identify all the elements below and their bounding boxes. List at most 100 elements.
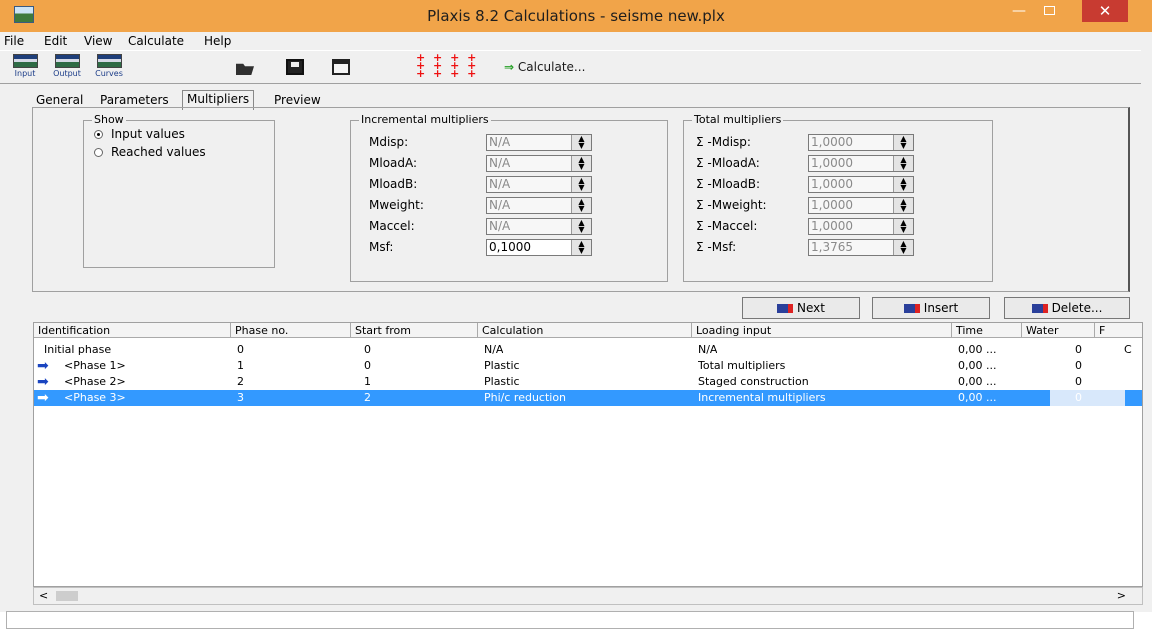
mweight-row: Mweight: N/A ▲ ▼ [369,197,649,214]
spin-arrows-icon[interactable]: ▲ ▼ [893,219,913,234]
cell-loading-input: Staged construction [698,375,809,388]
maximize-button[interactable] [1034,0,1064,22]
spin-arrows-icon[interactable]: ▲ ▼ [571,135,591,150]
column-header-calculation[interactable]: Calculation [478,323,692,338]
next-button[interactable]: Next [742,297,860,319]
menu-view[interactable]: View [84,34,112,48]
delete-label: Delete... [1051,301,1103,315]
curves-label: Curves [95,69,123,78]
spin-arrows-icon[interactable]: ▲ ▼ [893,198,913,213]
mloada-field[interactable]: N/A ▲ ▼ [486,155,592,172]
spin-arrows-icon[interactable]: ▲ ▼ [571,156,591,171]
spin-arrows-icon[interactable]: ▲ ▼ [571,240,591,255]
insert-phase-icon [903,304,920,313]
delete-button[interactable]: Delete... [1004,297,1130,319]
table-row[interactable]: ➡ <Phase 1> 1 0 Plastic Total multiplier… [34,358,1142,374]
column-header-phase-no[interactable]: Phase no. [231,323,351,338]
menu-help[interactable]: Help [204,34,231,48]
total-mweight-row: Σ -Mweight: 1,0000 ▲ ▼ [696,197,986,214]
total-mloada-field[interactable]: 1,0000 ▲ ▼ [808,155,914,172]
radio-button[interactable] [94,130,103,139]
scroll-left-icon[interactable]: < [39,589,48,602]
next-phase-icon [777,304,794,313]
cell-time: 0,00 ... [958,375,997,388]
maccel-row: Maccel: N/A ▲ ▼ [369,218,649,235]
table-row[interactable]: Initial phase 0 0 N/A N/A 0,00 ... 0 C [34,342,1142,358]
cell-extra: C [1124,343,1132,356]
cell-water-bg [1050,390,1125,406]
radio-input-values[interactable]: Input values [94,127,185,141]
table-row[interactable]: ➡ <Phase 2> 2 1 Plastic Staged construct… [34,374,1142,390]
cell-start-from: 0 [364,359,371,372]
multipliers-panel: Show Input values Reached values Increme… [32,107,1130,292]
tab-parameters[interactable]: Parameters [96,92,173,108]
mloada-row: MloadA: N/A ▲ ▼ [369,155,649,172]
curves-program-icon [96,54,122,68]
scroll-thumb[interactable] [56,591,78,601]
spin-arrows-icon[interactable]: ▲ ▼ [893,240,913,255]
field-value: 1,0000 [811,198,853,212]
select-points-icon[interactable]: + + + + + + + + + + + + [416,52,476,80]
field-value: 1,0000 [811,135,853,149]
total-mweight-field[interactable]: 1,0000 ▲ ▼ [808,197,914,214]
total-mdisp-field[interactable]: 1,0000 ▲ ▼ [808,134,914,151]
incremental-group-title: Incremental multipliers [359,113,491,126]
mweight-field[interactable]: N/A ▲ ▼ [486,197,592,214]
output-program-icon [54,54,80,68]
curves-button[interactable]: Curves [90,54,128,82]
table-row-selected[interactable]: ➡ <Phase 3> 3 2 Phi/c reduction Incremen… [34,390,1142,406]
total-msf-field[interactable]: 1,3765 ▲ ▼ [808,239,914,256]
cell-time: 0,00 ... [958,343,997,356]
total-maccel-field[interactable]: 1,0000 ▲ ▼ [808,218,914,235]
cell-water: 0 [1075,375,1082,388]
total-group-title: Total multipliers [692,113,784,126]
menu-bar: File Edit View Calculate Help [0,32,1152,50]
mloadb-field[interactable]: N/A ▲ ▼ [486,176,592,193]
spin-arrows-icon[interactable]: ▲ ▼ [571,177,591,192]
save-icon[interactable] [286,59,304,75]
horizontal-scrollbar[interactable]: < > [33,587,1143,605]
spin-arrows-icon[interactable]: ▲ ▼ [571,198,591,213]
msf-field[interactable]: 0,1000 ▲ ▼ [486,239,592,256]
tab-preview[interactable]: Preview [270,92,325,108]
column-header-water[interactable]: Water [1022,323,1095,338]
open-folder-icon[interactable] [236,63,254,75]
total-multipliers-group: Total multipliers Σ -Mdisp: 1,0000 ▲ ▼ Σ -… [683,113,993,282]
column-header-extra[interactable]: F [1095,323,1142,338]
spin-arrows-icon[interactable]: ▲ ▼ [893,177,913,192]
menu-calculate[interactable]: Calculate [128,34,184,48]
field-label: Σ -Maccel: [696,219,758,233]
spin-arrows-icon[interactable]: ▲ ▼ [893,135,913,150]
total-mloadb-field[interactable]: 1,0000 ▲ ▼ [808,176,914,193]
cell-phase-no: 3 [237,391,244,404]
menu-file[interactable]: File [4,34,24,48]
show-group-title: Show [92,113,126,126]
tab-general[interactable]: General [32,92,87,108]
radio-button[interactable] [94,148,103,157]
column-header-loading-input[interactable]: Loading input [692,323,952,338]
column-header-identification[interactable]: Identification [34,323,231,338]
calculate-button[interactable]: ⇒ Calculate... [504,60,585,74]
column-header-start-from[interactable]: Start from [351,323,478,338]
show-group: Show Input values Reached values [83,113,275,268]
input-label: Input [14,69,36,78]
radio-reached-values[interactable]: Reached values [94,145,206,159]
scroll-right-icon[interactable]: > [1117,589,1126,602]
close-button[interactable]: ✕ [1082,0,1128,22]
cell-time: 0,00 ... [958,391,997,404]
minimize-button[interactable]: — [1004,3,1034,25]
output-button[interactable]: Output [48,54,86,82]
print-icon[interactable] [332,59,350,75]
incremental-multipliers-group: Incremental multipliers Mdisp: N/A ▲ ▼ Mlo… [350,113,668,282]
menu-edit[interactable]: Edit [44,34,67,48]
input-button[interactable]: Input [6,54,44,82]
cell-water-bg [1050,342,1125,358]
column-header-time[interactable]: Time [952,323,1022,338]
radio-label: Input values [111,127,185,141]
spin-arrows-icon[interactable]: ▲ ▼ [571,219,591,234]
spin-arrows-icon[interactable]: ▲ ▼ [893,156,913,171]
mdisp-field[interactable]: N/A ▲ ▼ [486,134,592,151]
maccel-field[interactable]: N/A ▲ ▼ [486,218,592,235]
insert-button[interactable]: Insert [872,297,990,319]
status-bar [0,610,1152,630]
